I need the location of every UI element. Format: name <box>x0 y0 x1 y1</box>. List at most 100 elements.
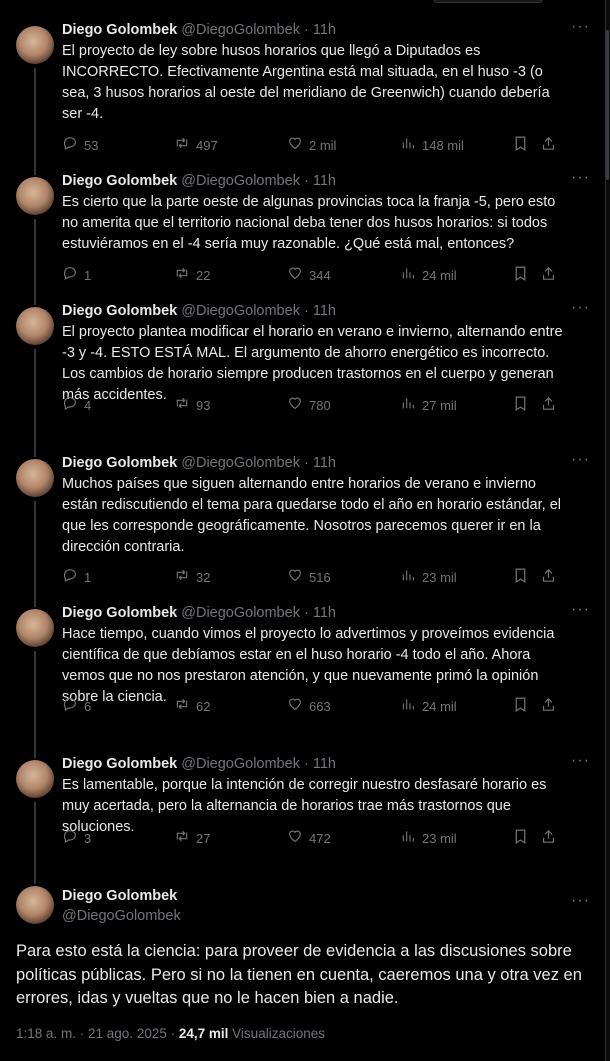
author-name[interactable]: Diego Golombek <box>62 303 177 319</box>
avatar[interactable] <box>16 760 54 798</box>
repost-button[interactable]: 93 <box>174 396 210 416</box>
repost-button[interactable]: 32 <box>174 568 210 588</box>
author-name[interactable]: Diego Golombek <box>62 888 177 904</box>
scrollbar-thumb[interactable] <box>606 30 609 180</box>
author-name[interactable]: Diego Golombek <box>62 173 177 189</box>
reply-count: 1 <box>84 268 92 283</box>
bookmark-icon <box>512 395 529 418</box>
tweet-header: Diego Golombek @DiegoGolombek · 11h <box>62 453 600 473</box>
avatar[interactable] <box>16 177 54 215</box>
views-button[interactable]: 148 mil <box>400 136 464 156</box>
tweet-time[interactable]: 11h <box>313 455 336 471</box>
more-icon[interactable]: ··· <box>571 893 590 909</box>
views-label: Visualizaciones <box>232 1026 325 1041</box>
avatar[interactable] <box>16 307 54 345</box>
reply-button[interactable]: 1 <box>62 568 91 588</box>
thread-tweet[interactable]: Diego Golombek @DiegoGolombek · 11h ··· … <box>0 753 600 884</box>
author-handle[interactable]: @DiegoGolombek <box>181 22 300 38</box>
repost-button[interactable]: 22 <box>174 266 210 286</box>
reply-count: 1 <box>84 570 92 585</box>
bookmark-button[interactable] <box>512 568 529 588</box>
more-icon[interactable]: ··· <box>571 452 590 468</box>
share-button[interactable] <box>540 266 557 286</box>
views-count: 23 mil <box>422 570 457 585</box>
tweet-time[interactable]: 11h <box>313 605 336 621</box>
tweet-time[interactable]: 11h <box>313 22 336 38</box>
bookmark-button[interactable] <box>512 697 529 717</box>
views-button[interactable]: 23 mil <box>400 829 457 849</box>
tweet-text: Es cierto que la parte oeste de algunas … <box>62 194 556 252</box>
tweet-time[interactable]: 11h <box>313 303 336 319</box>
avatar[interactable] <box>16 609 54 647</box>
author-name[interactable]: Diego Golombek <box>62 605 177 621</box>
repost-button[interactable]: 27 <box>174 829 210 849</box>
tweet-time[interactable]: 11h <box>313 173 336 189</box>
tweet-time[interactable]: 11h <box>313 756 336 772</box>
author-handle[interactable]: @DiegoGolombek <box>181 173 300 189</box>
views-button[interactable]: 23 mil <box>400 568 457 588</box>
reply-button[interactable]: 1 <box>62 266 91 286</box>
author-handle[interactable]: @DiegoGolombek <box>181 455 300 471</box>
share-button[interactable] <box>540 829 557 849</box>
like-icon <box>287 135 303 157</box>
reply-button[interactable]: 53 <box>62 136 98 156</box>
views-button[interactable]: 24 mil <box>400 697 457 717</box>
bookmark-button[interactable] <box>512 396 529 416</box>
views-button[interactable]: 24 mil <box>400 266 457 286</box>
repost-icon <box>174 696 190 718</box>
author-name[interactable]: Diego Golombek <box>62 22 177 38</box>
like-button[interactable]: 780 <box>287 396 331 416</box>
thread-tweet[interactable]: Diego Golombek @DiegoGolombek · 11h ··· … <box>0 19 600 175</box>
repost-icon <box>174 567 190 589</box>
top-partial-button[interactable] <box>432 0 544 3</box>
author-handle[interactable]: @DiegoGolombek <box>62 908 181 924</box>
repost-count: 32 <box>196 570 211 585</box>
tweet-actions: 3 27 472 23 mil <box>62 829 562 849</box>
more-icon[interactable]: ··· <box>571 170 590 186</box>
reply-button[interactable]: 4 <box>62 396 91 416</box>
like-button[interactable]: 516 <box>287 568 331 588</box>
bookmark-button[interactable] <box>512 829 529 849</box>
author-name[interactable]: Diego Golombek <box>62 455 177 471</box>
more-icon[interactable]: ··· <box>571 300 590 316</box>
separator-dot: · <box>303 22 309 38</box>
thread-tweet[interactable]: Diego Golombek @DiegoGolombek · 11h ··· … <box>0 602 600 758</box>
separator-dot: · <box>303 303 309 319</box>
repost-button[interactable]: 497 <box>174 136 218 156</box>
like-button[interactable]: 472 <box>287 829 331 849</box>
views-button[interactable]: 27 mil <box>400 396 457 416</box>
more-icon[interactable]: ··· <box>571 19 590 35</box>
timestamp[interactable]: 1:18 a. m. · 21 ago. 2025 · <box>16 1026 175 1041</box>
tweet-header: Diego Golombek @DiegoGolombek · 11h <box>62 171 600 191</box>
reply-count: 4 <box>84 398 92 413</box>
reply-button[interactable]: 3 <box>62 829 91 849</box>
more-icon[interactable]: ··· <box>571 602 590 618</box>
thread-tweet[interactable]: Diego Golombek @DiegoGolombek · 11h ··· … <box>0 300 600 457</box>
share-button[interactable] <box>540 697 557 717</box>
author-name[interactable]: Diego Golombek <box>62 756 177 772</box>
share-button[interactable] <box>540 396 557 416</box>
more-icon[interactable]: ··· <box>571 753 590 769</box>
bookmark-button[interactable] <box>512 136 529 156</box>
repost-button[interactable]: 62 <box>174 697 210 717</box>
author-handle[interactable]: @DiegoGolombek <box>181 303 300 319</box>
views-count: 24 mil <box>422 699 457 714</box>
avatar[interactable] <box>16 26 54 64</box>
avatar[interactable] <box>16 459 54 497</box>
author-handle[interactable]: @DiegoGolombek <box>181 605 300 621</box>
share-button[interactable] <box>540 136 557 156</box>
like-button[interactable]: 344 <box>287 266 331 286</box>
author-handle[interactable]: @DiegoGolombek <box>181 756 300 772</box>
like-button[interactable]: 2 mil <box>287 136 336 156</box>
thread-tweet[interactable]: Diego Golombek @DiegoGolombek · 11h ··· … <box>0 452 600 607</box>
bookmark-icon <box>512 135 529 158</box>
bookmark-button[interactable] <box>512 266 529 286</box>
reply-button[interactable]: 6 <box>62 697 91 717</box>
thread-tweet[interactable]: Diego Golombek @DiegoGolombek · 11h ··· … <box>0 170 600 305</box>
share-icon <box>540 135 557 158</box>
like-button[interactable]: 663 <box>287 697 331 717</box>
repost-count: 93 <box>196 398 211 413</box>
avatar[interactable] <box>16 886 54 924</box>
share-button[interactable] <box>540 568 557 588</box>
reply-count: 6 <box>84 699 92 714</box>
